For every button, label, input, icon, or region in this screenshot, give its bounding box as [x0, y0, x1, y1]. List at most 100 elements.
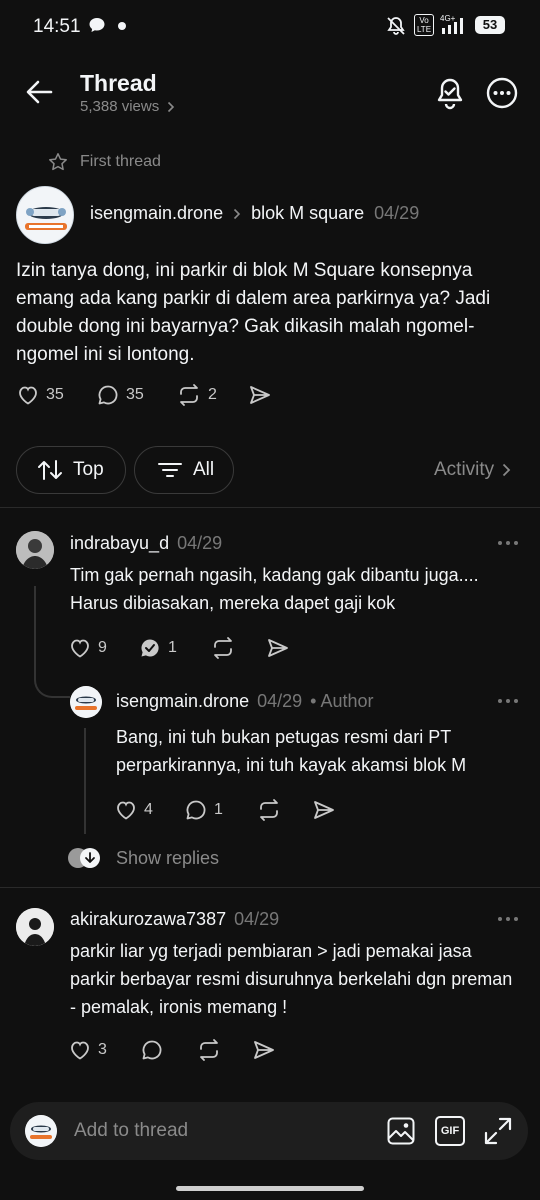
star-icon: [48, 152, 68, 172]
sort-arrows-icon: [37, 459, 63, 481]
activity-link[interactable]: Activity: [434, 459, 511, 481]
reply-date: 04/29: [177, 533, 223, 553]
reply-actions: 9 1: [68, 636, 308, 662]
repost-button[interactable]: [210, 636, 236, 660]
send-icon: [266, 637, 290, 659]
image-icon: [386, 1116, 416, 1146]
comment-button[interactable]: 35: [96, 383, 144, 407]
home-indicator: [176, 1186, 364, 1191]
reply-more-button[interactable]: [497, 540, 519, 546]
comment-button[interactable]: [140, 1038, 164, 1062]
notification-bell-button[interactable]: [434, 76, 466, 110]
repost-icon: [210, 636, 236, 660]
like-button[interactable]: 35: [16, 383, 64, 407]
filter-lines-icon: [157, 460, 183, 480]
chat-notification-icon: [88, 16, 106, 34]
send-icon: [252, 1039, 276, 1061]
reply-avatar[interactable]: [70, 686, 102, 718]
share-button[interactable]: [252, 1039, 276, 1061]
expand-button[interactable]: [483, 1116, 513, 1146]
arrow-down-icon: [80, 848, 100, 868]
post-date: 04/29: [374, 203, 420, 223]
comment-icon: [184, 798, 208, 822]
chevron-right-icon: [167, 101, 175, 113]
author-badge: • Author: [310, 691, 374, 711]
reply-body: Tim gak pernah ngasih, kadang gak dibant…: [70, 565, 479, 613]
reply-actions: 4 1: [114, 798, 354, 824]
repost-button[interactable]: 2: [176, 383, 217, 407]
image-button[interactable]: [386, 1116, 416, 1146]
reply-header: indrabayu_d 04/29: [70, 533, 222, 554]
gif-button[interactable]: GIF: [435, 1116, 465, 1146]
repost-icon: [176, 383, 202, 407]
post-body: Izin tanya dong, ini parkir di blok M Sq…: [16, 260, 491, 365]
reply-username[interactable]: indrabayu_d: [70, 533, 169, 554]
filter-all-button[interactable]: All: [134, 446, 234, 494]
mute-icon: [385, 15, 407, 37]
reply-more-button[interactable]: [497, 916, 519, 922]
reply-header: isengmain.drone 04/29 • Author: [116, 691, 373, 712]
reply-date: 04/29: [257, 691, 303, 711]
reply-username[interactable]: akirakurozawa7387: [70, 909, 226, 930]
first-thread-label: First thread: [48, 152, 161, 172]
comment-button[interactable]: 1: [138, 636, 177, 660]
dot-icon: [118, 22, 126, 30]
send-icon: [248, 384, 272, 406]
like-button[interactable]: 9: [68, 636, 107, 660]
battery-icon: 53: [475, 16, 505, 34]
comment-icon: [140, 1038, 164, 1062]
like-button[interactable]: 3: [68, 1038, 107, 1062]
comment-button[interactable]: 1: [184, 798, 223, 822]
status-time: 14:51: [33, 16, 81, 37]
post-username[interactable]: isengmain.drone: [90, 203, 223, 224]
post-topic[interactable]: blok M square: [251, 203, 364, 224]
chevron-right-icon: [233, 208, 241, 220]
comment-icon: [96, 383, 120, 407]
composer-input[interactable]: Add to thread: [74, 1120, 188, 1142]
thread-line: [84, 728, 86, 834]
composer-avatar: [25, 1115, 57, 1147]
signal-icon: 4G+: [440, 12, 470, 36]
post-actions: 35 35 2: [16, 383, 316, 411]
views-count: 5,388 views: [80, 98, 160, 115]
heart-icon: [68, 1038, 92, 1062]
thread-line: [34, 586, 70, 698]
reply-header: akirakurozawa7387 04/29: [70, 909, 279, 930]
volte-icon: Vo LTE: [414, 14, 434, 36]
reply-date: 04/29: [234, 909, 280, 929]
repost-icon: [196, 1038, 222, 1062]
repost-button[interactable]: [256, 798, 282, 822]
reply-body: Bang, ini tuh bukan petugas resmi dari P…: [116, 727, 467, 775]
composer-bar: Add to thread GIF: [10, 1102, 528, 1160]
reply-body: parkir liar yg terjadi pembiaran > jadi …: [70, 941, 513, 1017]
like-button[interactable]: 4: [114, 798, 153, 822]
share-button[interactable]: [266, 637, 290, 659]
divider: [0, 507, 540, 508]
reply-avatar[interactable]: [16, 908, 54, 946]
repost-button[interactable]: [196, 1038, 222, 1062]
post-header: isengmain.drone blok M square 04/29: [90, 203, 419, 224]
share-button[interactable]: [312, 799, 336, 821]
reply-actions: 3: [68, 1038, 308, 1064]
reply-username[interactable]: isengmain.drone: [116, 691, 249, 712]
heart-icon: [114, 798, 138, 822]
status-bar: 14:51 Vo LTE 4G+ 53: [0, 0, 540, 50]
show-replies-button[interactable]: Show replies: [68, 846, 219, 870]
repost-icon: [256, 798, 282, 822]
replier-avatars: [68, 846, 102, 870]
reply-avatar[interactable]: [16, 531, 54, 569]
heart-icon: [68, 636, 92, 660]
more-options-button[interactable]: [486, 77, 518, 109]
back-button[interactable]: [24, 78, 54, 106]
reply-more-button[interactable]: [497, 698, 519, 704]
views-link[interactable]: 5,388 views: [80, 98, 175, 115]
expand-icon: [483, 1116, 513, 1146]
chevron-right-icon: [502, 463, 511, 477]
sort-top-button[interactable]: Top: [16, 446, 126, 494]
share-button[interactable]: [248, 384, 272, 406]
heart-icon: [16, 383, 40, 407]
post-author-avatar[interactable]: [16, 186, 74, 244]
divider: [0, 887, 540, 888]
send-icon: [312, 799, 336, 821]
comment-check-icon: [138, 636, 162, 660]
